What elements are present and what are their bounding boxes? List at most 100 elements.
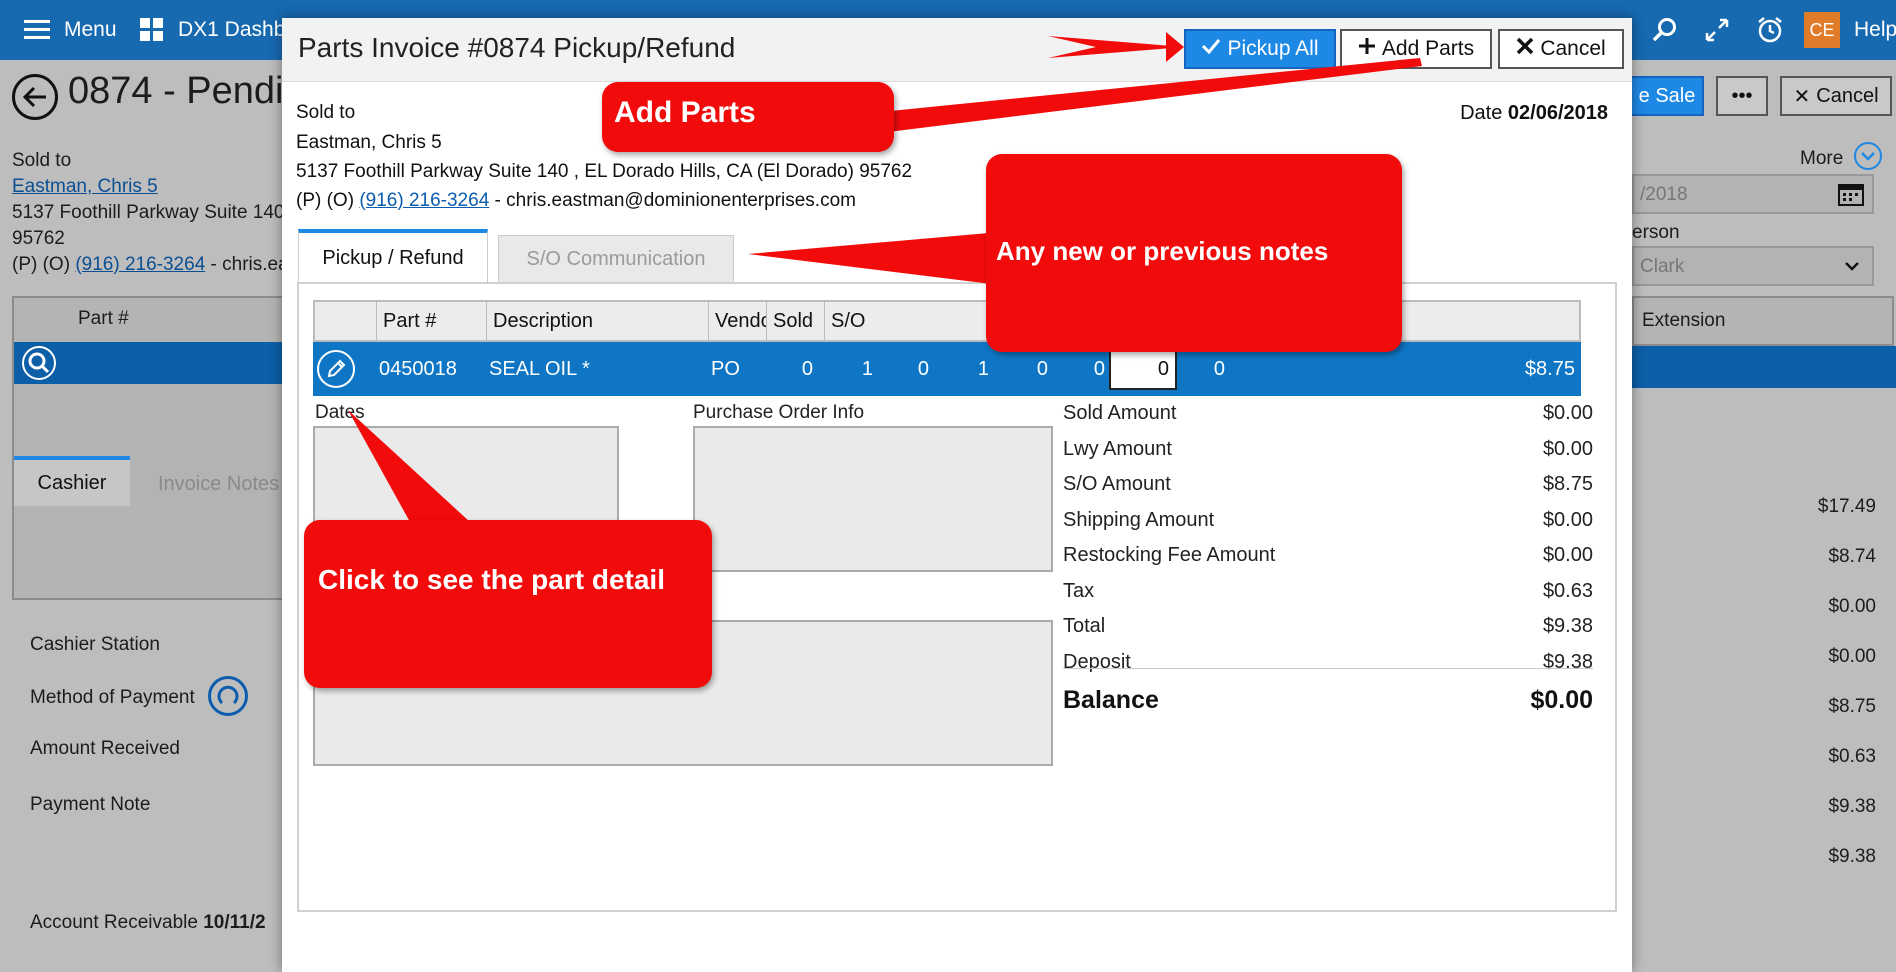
contact-line: (P) (O) (916) 216-3264 - chris.eastman@d… (296, 190, 856, 212)
modal-header: Parts Invoice #0874 Pickup/Refund Pickup… (282, 18, 1632, 82)
pencil-edit-icon[interactable] (317, 350, 355, 388)
tab-cashier[interactable]: Cashier (14, 456, 130, 506)
background-summary-value: $8.74 (1828, 546, 1876, 567)
extension-col-label: Extension (1642, 310, 1726, 331)
date-label: Date (1460, 102, 1503, 124)
total-value: $0.63 (1542, 579, 1593, 602)
hamburger-icon (24, 20, 50, 39)
background-selected-row[interactable] (14, 342, 282, 384)
tab-so-communication[interactable]: S/O Communication (498, 235, 734, 283)
phone-prefix: (P) (O) (296, 190, 355, 211)
background-cancel-label: Cancel (1816, 84, 1879, 107)
total-row: Shipping Amount $0.00 (1063, 509, 1593, 539)
alarm-button[interactable] (1756, 0, 1784, 60)
close-icon (1516, 37, 1534, 61)
total-value: $9.38 (1542, 650, 1593, 673)
total-row: Lwy Amount $0.00 (1063, 438, 1593, 468)
address-line2: 95762 (12, 228, 65, 249)
fullscreen-button[interactable] (1704, 0, 1730, 60)
cancel-label: Cancel (1540, 37, 1606, 60)
callout-add-parts: Add Parts (602, 82, 894, 152)
row-description: SEAL OIL * (489, 357, 590, 380)
help-label[interactable]: Help (1854, 18, 1896, 42)
background-summary-value: $0.00 (1828, 596, 1876, 617)
contact-line: (P) (O) (916) 216-3264 - chris.ea (12, 254, 289, 276)
customer-name: Eastman, Chris 5 (296, 132, 442, 153)
menu-button[interactable]: Menu (24, 0, 117, 60)
total-label: Shipping Amount (1063, 508, 1215, 531)
complete-sale-button[interactable]: e Sale (1630, 76, 1704, 116)
dashboard-button[interactable]: DX1 Dashb (140, 0, 285, 60)
refresh-payment-icon[interactable] (208, 676, 248, 716)
total-row: Sold Amount $0.00 (1063, 402, 1593, 432)
calendar-icon[interactable] (1838, 182, 1864, 211)
balance-label: Balance (1063, 686, 1159, 714)
background-summary-value: $0.00 (1828, 646, 1876, 667)
background-cancel-button[interactable]: ✕ Cancel (1780, 76, 1892, 116)
row-price: $8.75 (1524, 357, 1575, 380)
background-summary-value: $0.63 (1828, 746, 1876, 767)
cancel-button[interactable]: Cancel (1498, 29, 1624, 69)
customer-link[interactable]: Eastman, Chris 5 (12, 176, 158, 198)
background-summary-value: $9.38 (1828, 846, 1876, 867)
date-field[interactable]: /2018 (1632, 174, 1874, 214)
page-title: 0874 - Pendi (68, 70, 284, 112)
total-value: $0.00 (1542, 508, 1593, 531)
chevron-down-icon[interactable] (1854, 142, 1882, 170)
row-value-4: 1 (977, 357, 989, 380)
phone-link[interactable]: (916) 216-3264 (75, 254, 205, 275)
account-receivable-label: Account Receivable (30, 912, 198, 933)
col-header-vendor[interactable]: Vendor (709, 302, 767, 340)
search-button[interactable] (1652, 0, 1678, 60)
date-value: 02/06/2018 (1507, 102, 1608, 124)
payment-note-label: Payment Note (30, 794, 151, 815)
dates-label: Dates (315, 402, 365, 423)
more-label[interactable]: More (1800, 148, 1843, 170)
total-row: S/O Amount $8.75 (1063, 473, 1593, 503)
expand-icon (1705, 18, 1729, 42)
grid-header-icon-col (315, 302, 377, 340)
alarm-clock-icon (1758, 17, 1782, 43)
row-value-so: 1 (861, 357, 873, 380)
pickup-quantity-input[interactable]: 0 (1109, 348, 1177, 390)
background-summary-value: $8.75 (1828, 696, 1876, 717)
magnify-icon[interactable] (22, 346, 56, 380)
checkmark-icon (1201, 37, 1221, 61)
date-field-value: /2018 (1640, 184, 1688, 205)
po-info-label: Purchase Order Info (693, 402, 865, 423)
total-label: Tax (1063, 579, 1095, 602)
cashier-station-label: Cashier Station (30, 634, 160, 655)
total-label: Sold Amount (1063, 402, 1177, 424)
tab-pickup-refund[interactable]: Pickup / Refund (298, 229, 488, 283)
method-of-payment-label: Method of Payment (30, 687, 195, 708)
more-dots-button[interactable]: ••• (1716, 76, 1768, 116)
address-line1: 5137 Foothill Parkway Suite 140 (12, 202, 285, 223)
col-header-sold[interactable]: Sold (767, 302, 825, 340)
customer-email: - chris.eastman@dominionenterprises.com (494, 190, 856, 211)
user-avatar[interactable]: CE Help (1804, 0, 1896, 60)
customer-address: 5137 Foothill Parkway Suite 140 , EL Dor… (296, 161, 913, 182)
back-arrow-icon[interactable] (12, 74, 58, 120)
extension-header: Extension (1632, 296, 1894, 346)
salesperson-select[interactable]: Clark (1632, 246, 1874, 286)
avatar-initials: CE (1804, 12, 1840, 48)
total-row: Tax $0.63 (1063, 580, 1593, 610)
salesperson-value: Clark (1640, 256, 1685, 277)
pickup-all-button[interactable]: Pickup All (1184, 29, 1336, 69)
grid-icon (140, 18, 163, 41)
amount-received-label: Amount Received (30, 738, 180, 759)
background-summary-value: $17.49 (1817, 496, 1876, 517)
col-header-part[interactable]: Part # (377, 302, 487, 340)
phone-link[interactable]: (916) 216-3264 (359, 190, 489, 211)
search-icon (1652, 18, 1676, 42)
total-label: Restocking Fee Amount (1063, 544, 1276, 566)
add-parts-button[interactable]: Add Parts (1340, 29, 1492, 69)
tab-invoice-notes[interactable]: Invoice Notes (136, 462, 286, 506)
close-icon: ✕ (1793, 85, 1811, 108)
add-parts-label: Add Parts (1381, 37, 1475, 60)
pickup-all-label: Pickup All (1227, 37, 1319, 60)
total-row: Total $9.38 (1063, 615, 1593, 645)
total-label: Deposit (1063, 650, 1131, 673)
col-header-description[interactable]: Description (487, 302, 709, 340)
row-part-number: 0450018 (379, 357, 457, 380)
